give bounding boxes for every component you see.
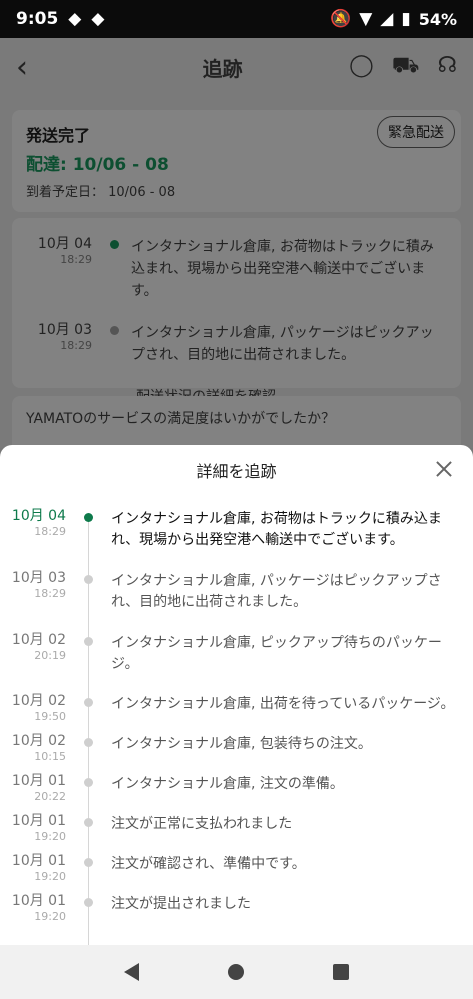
timeline-item: 10月 01 19:20 注文が正常に支払われました: [0, 814, 473, 844]
tracking-page: ‹ 追跡 ◯ ⛟ ☊ 発送完了 配達: 10/06 - 08 到着予定日： 10…: [0, 38, 473, 448]
status-dot: [84, 858, 93, 867]
event-text: インタナショナル倉庫, 包装待ちの注文。: [111, 736, 372, 752]
sheet-header: 詳細を追跡: [0, 445, 473, 495]
timeline-item: 10月 03 18:29 インタナショナル倉庫, パッケージはピックアップされ、目的…: [0, 570, 473, 611]
event-date: 10月 02 19:50: [11, 693, 66, 724]
status-dot: [84, 738, 93, 747]
status-time: 9:05: [16, 9, 59, 29]
close-icon[interactable]: [433, 458, 455, 480]
battery-icon: ▮: [401, 9, 411, 29]
timeline-item: 10月 02 10:15 インタナショナル倉庫, 包装待ちの注文。: [0, 734, 473, 764]
sheet-title: 詳細を追跡: [196, 462, 277, 481]
shipping-summary-card: 発送完了 配達: 10/06 - 08 到着予定日： 10/06 - 08 緊急…: [12, 110, 461, 212]
event-date: 10月 01 20:22: [11, 773, 66, 804]
mute-icon: 🔕: [330, 9, 352, 29]
status-dot: [84, 778, 93, 787]
back-arrow-icon[interactable]: ‹: [16, 50, 56, 85]
event-date: 10月 03 18:29: [11, 570, 66, 601]
event-date: 10月 01 19:20: [11, 813, 66, 844]
timeline-item: 10月 01 19:20 注文が確認され、準備中です。: [0, 854, 473, 884]
event-text: インタナショナル倉庫, 出荷を待っているパッケージ。: [111, 696, 455, 712]
status-dot: [84, 575, 93, 584]
tracking-details-sheet: 詳細を追跡 10月 04 18:29 インタナショナル倉庫, お荷物はトラックに積み…: [0, 445, 473, 947]
event-date: 10月 02 20:19: [11, 632, 66, 663]
eta: 到着予定日： 10/06 - 08: [26, 185, 176, 200]
event-text: インタナショナル倉庫, お荷物はトラックに積み込まれ、現場から出発空港へ輸送中で…: [111, 511, 442, 548]
event-date: 10月 04 18:29: [37, 236, 92, 266]
status-dot: [110, 240, 119, 249]
status-right: 🔕 ▼ ◢ ▮ 54%: [330, 9, 457, 29]
timeline-item: 10月 01 20:22 インタナショナル倉庫, 注文の準備。: [0, 774, 473, 804]
list-item: 10月 03 18:29 インタナショナル倉庫, パッケージはピックアップされ、目…: [28, 322, 445, 366]
event-text: 注文が正常に支払われました: [111, 816, 293, 832]
app-bar: ‹ 追跡 ◯ ⛟ ☊: [0, 38, 473, 96]
event-text: インタナショナル倉庫, パッケージはピックアップされ、目的地に出荷されました。: [111, 573, 442, 610]
notification-icon: ◆: [68, 9, 82, 29]
event-text: 注文が提出されました: [111, 896, 251, 912]
tracking-preview-card: 10月 04 18:29 インタナショナル倉庫, お荷物はトラックに積み込まれ、現…: [12, 218, 461, 405]
notification-icon: ◆: [91, 9, 105, 29]
event-text: インタナショナル倉庫, ピックアップ待ちのパッケージ。: [111, 635, 442, 672]
signal-icon: ◢: [380, 9, 394, 29]
event-date: 10月 04 18:29: [11, 508, 66, 539]
system-nav-bar: [0, 945, 473, 999]
notification-icons: ◆ ◆: [68, 9, 104, 29]
event-text: 注文が確認され、準備中です。: [111, 856, 306, 872]
status-dot: [110, 326, 119, 335]
appbar-actions: ◯ ⛟ ☊: [349, 53, 457, 81]
event-text: インタナショナル倉庫, 注文の準備。: [111, 776, 344, 792]
timeline-item: 10月 04 18:29 インタナショナル倉庫, お荷物はトラックに積み込まれ、現場…: [0, 508, 473, 549]
page-title: 追跡: [202, 56, 243, 81]
delivery-range: 配達: 10/06 - 08: [26, 155, 169, 175]
event-date: 10月 01 19:20: [11, 853, 66, 884]
status-dot: [84, 513, 93, 522]
status-dot: [84, 698, 93, 707]
survey-card: YAMATOのサービスの満足度はいかがでしたか？: [12, 396, 461, 448]
status-dot: [84, 818, 93, 827]
status-dot: [84, 637, 93, 646]
timeline-item: 10月 02 19:50 インタナショナル倉庫, 出荷を待っているパッケージ。: [0, 694, 473, 724]
event-date: 10月 01 19:20: [11, 893, 66, 924]
timeline-item: 10月 02 20:19 インタナショナル倉庫, ピックアップ待ちのパッケージ。: [0, 632, 473, 673]
whatsapp-icon[interactable]: ◯: [349, 53, 374, 81]
event-text: インタナショナル倉庫, お荷物はトラックに積み込まれ、現場から出発空港へ輸送中で…: [131, 239, 434, 299]
cart-icon[interactable]: ⛟: [392, 53, 420, 81]
status-bar: 9:05 ◆ ◆ 🔕 ▼ ◢ ▮ 54%: [0, 0, 473, 38]
event-date: 10月 02 10:15: [11, 733, 66, 764]
event-text: インタナショナル倉庫, パッケージはピックアップされ、目的地に出荷されました。: [131, 325, 434, 363]
battery-level: 54%: [418, 9, 457, 29]
list-item: 10月 04 18:29 インタナショナル倉庫, お荷物はトラックに積み込まれ、現…: [28, 236, 445, 302]
event-date: 10月 03 18:29: [37, 322, 92, 352]
timeline-item: 10月 01 19:20 注文が提出されました: [0, 894, 473, 924]
survey-question: YAMATOのサービスの満足度はいかがでしたか？: [26, 411, 336, 427]
nav-home-icon[interactable]: [227, 964, 244, 980]
wifi-icon: ▼: [359, 9, 373, 29]
nav-back-icon[interactable]: [124, 963, 140, 981]
support-icon[interactable]: ☊: [437, 53, 457, 81]
status-dot: [84, 898, 93, 907]
urgent-delivery-button[interactable]: 緊急配送: [377, 116, 455, 148]
nav-recents-icon[interactable]: [332, 964, 349, 980]
